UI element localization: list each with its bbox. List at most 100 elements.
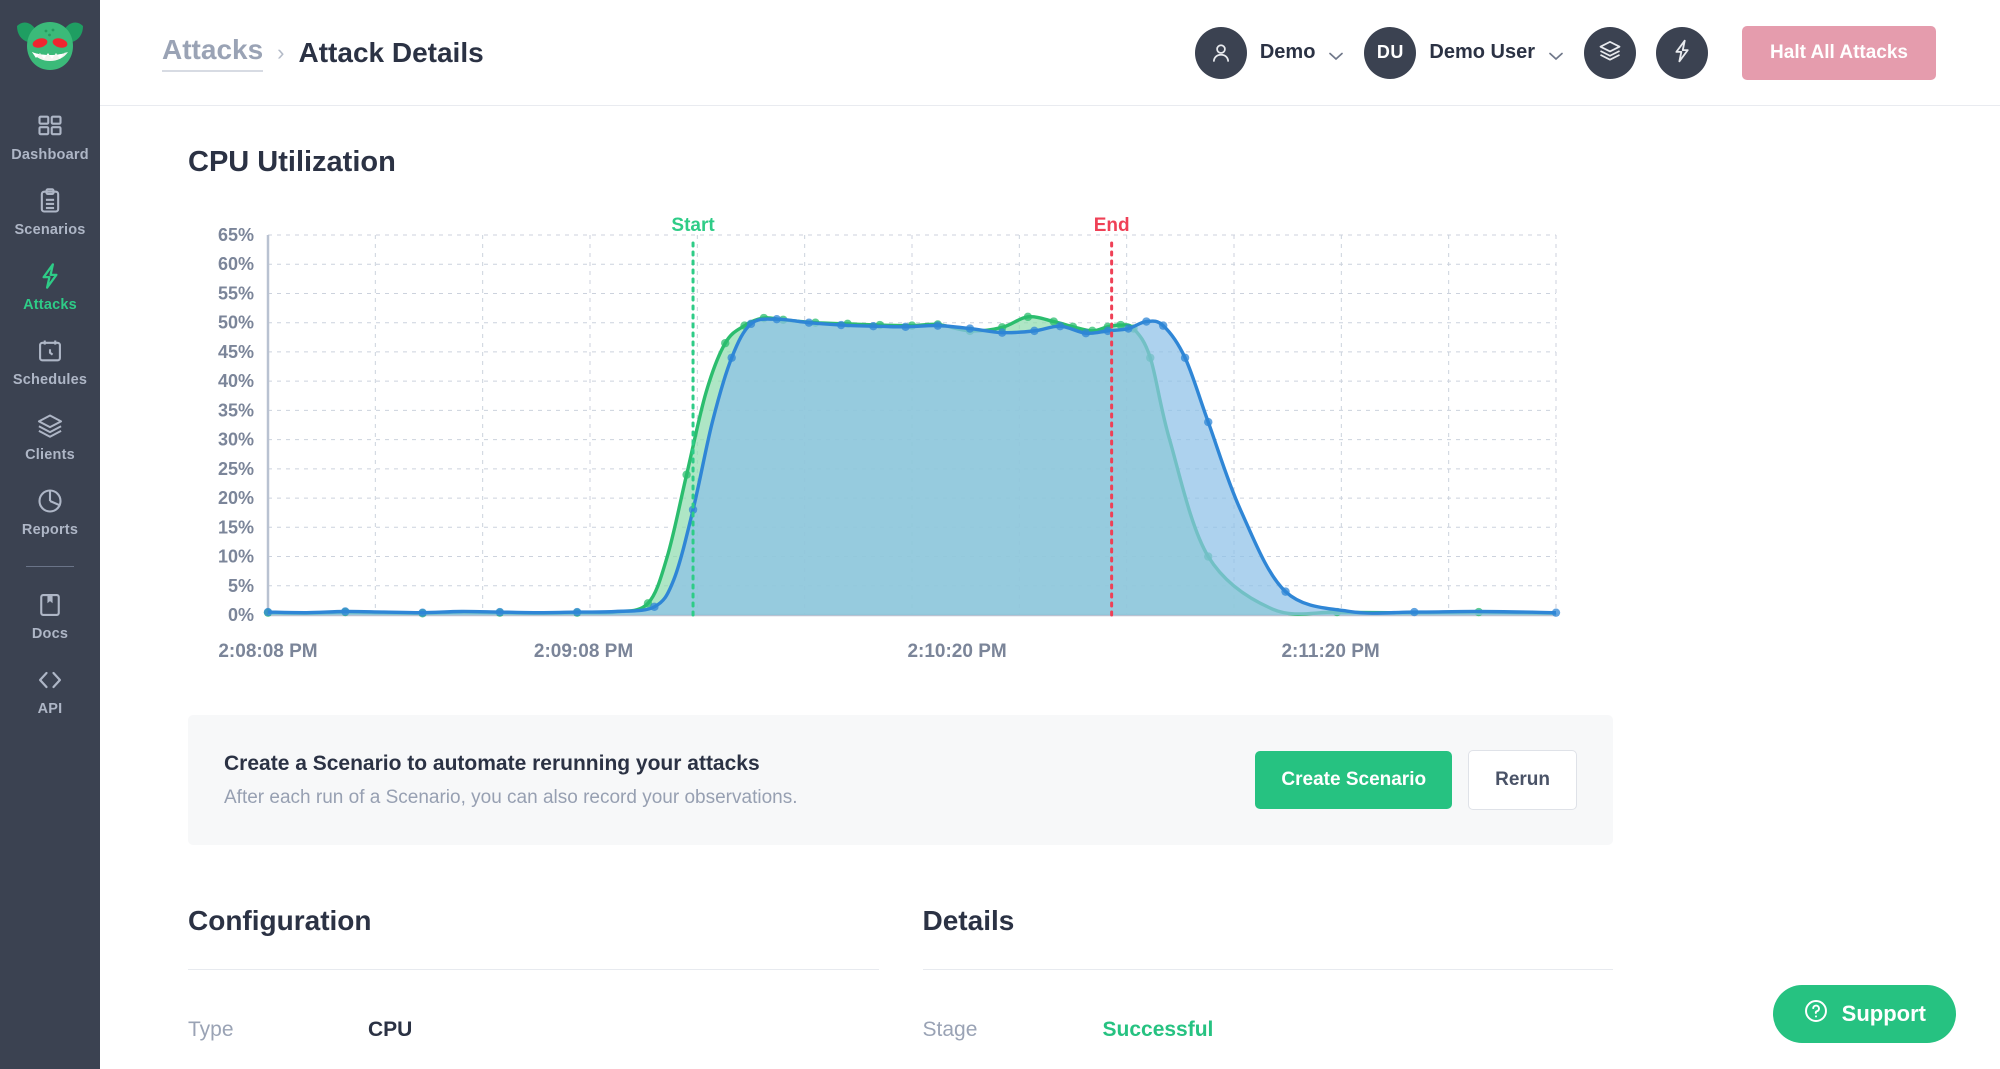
details-key: Stage <box>922 1018 978 1041</box>
banner-heading: Create a Scenario to automate rerunning … <box>224 751 760 775</box>
details-row-stage: Stage Successful <box>923 1018 1614 1042</box>
create-scenario-button[interactable]: Create Scenario <box>1255 751 1453 809</box>
data-point <box>650 602 659 612</box>
cpu-utilization-chart: 0% 5% 10% 15% 20% 25% 30% 35% 40% 45% 50% 55% 60% 65%… <box>188 205 1618 675</box>
sidebar-item-label: Dashboard <box>11 147 89 163</box>
user-menu[interactable]: DU Demo User <box>1364 26 1564 79</box>
data-point <box>772 314 781 324</box>
annotation-label: Start <box>671 215 715 236</box>
chart-title: CPU Utilization <box>188 146 396 178</box>
data-point <box>572 607 582 617</box>
y-axis-tick-label: 0% <box>228 605 254 625</box>
sidebar-item-scenarios[interactable]: Scenarios <box>0 173 100 248</box>
data-point <box>1204 417 1213 427</box>
data-point <box>997 328 1007 337</box>
chevron-down-icon <box>1548 48 1564 60</box>
data-point <box>418 608 427 617</box>
x-axis-tick-label: 2:08:08 PM <box>218 641 317 662</box>
chevron-down-icon <box>1328 48 1344 60</box>
data-point <box>836 320 846 330</box>
config-value: CPU <box>368 1018 413 1041</box>
banner-text: Create a Scenario to automate rerunning … <box>224 752 797 809</box>
y-axis-tick-label: 5% <box>228 576 254 596</box>
sidebar-item-label: Schedules <box>12 372 88 388</box>
config-row-type: Type CPU <box>188 1018 879 1042</box>
org-switcher[interactable]: Demo <box>1194 26 1345 79</box>
y-axis-tick-label: 25% <box>218 459 254 479</box>
data-point <box>1410 607 1419 617</box>
data-point <box>746 319 756 329</box>
sidebar-item-api[interactable]: API <box>0 652 100 727</box>
halt-all-attacks-button[interactable]: Halt All Attacks <box>1742 25 1936 80</box>
section-divider <box>188 969 879 970</box>
bolt-icon <box>36 262 64 290</box>
config-key: Type <box>188 1018 234 1041</box>
details-heading: Details <box>922 905 1015 936</box>
configuration-heading: Configuration <box>188 905 372 936</box>
question-circle-icon <box>1803 998 1829 1030</box>
data-point <box>341 607 350 616</box>
data-point <box>869 322 878 331</box>
sidebar-item-dashboard[interactable]: Dashboard <box>0 98 100 173</box>
data-point <box>1180 353 1190 362</box>
y-axis-tick-label: 20% <box>218 488 254 508</box>
code-brackets-icon <box>36 666 64 694</box>
data-point <box>804 318 814 327</box>
org-name: Demo <box>1259 41 1316 63</box>
data-point <box>1081 329 1091 338</box>
app-root: Dashboard Scenarios Attacks Schedules Cl… <box>0 0 2000 1069</box>
y-axis-tick-label: 55% <box>218 283 254 303</box>
avatar: DU <box>1364 26 1417 79</box>
sidebar-item-label: Reports <box>21 522 79 538</box>
breadcrumb: Attacks › Attack Details <box>162 34 484 72</box>
x-axis-tick-label: 2:10:20 PM <box>907 641 1006 662</box>
sidebar-item-schedules[interactable]: Schedules <box>0 323 100 398</box>
attacks-bolt-button[interactable] <box>1656 26 1709 79</box>
breadcrumb-attacks-link[interactable]: Attacks <box>162 34 264 72</box>
data-point <box>901 322 910 331</box>
sidebar-item-clients[interactable]: Clients <box>0 398 100 473</box>
data-point <box>727 353 736 362</box>
y-axis-tick-label: 30% <box>218 430 254 450</box>
rerun-button[interactable]: Rerun <box>1468 750 1577 810</box>
y-axis-tick-label: 10% <box>218 547 254 567</box>
data-point <box>1142 317 1151 326</box>
y-axis-tick-label: 65% <box>218 225 254 245</box>
support-button[interactable]: Support <box>1772 985 1956 1043</box>
create-scenario-banner: Create a Scenario to automate rerunning … <box>188 715 1613 845</box>
y-axis-tick-label: 15% <box>218 517 254 537</box>
clients-layers-button[interactable] <box>1584 26 1637 79</box>
data-point <box>1281 587 1290 596</box>
book-icon <box>36 591 64 619</box>
person-silhouette-icon <box>1194 26 1247 79</box>
sidebar-item-label: Clients <box>25 447 75 463</box>
details-columns: Configuration Type CPU Details Stage Suc… <box>188 905 1613 1042</box>
calendar-clock-icon <box>36 337 64 365</box>
topbar-right-controls: Demo DU Demo User Halt All Attacks <box>1194 25 1936 80</box>
main-area: Attacks › Attack Details Demo DU Demo Us… <box>100 0 2000 1069</box>
sidebar-item-label: Docs <box>31 626 69 642</box>
layers-icon <box>36 412 64 440</box>
annotation-label: End <box>1094 215 1130 236</box>
data-point <box>965 324 975 333</box>
sidebar-item-docs[interactable]: Docs <box>0 577 100 652</box>
sidebar-item-reports[interactable]: Reports <box>0 473 100 548</box>
data-point <box>1124 324 1133 333</box>
pie-chart-icon <box>36 487 64 515</box>
data-point <box>721 338 730 348</box>
data-point <box>495 607 505 617</box>
y-axis-tick-label: 45% <box>218 342 254 362</box>
banner-actions: Create Scenario Rerun <box>1255 750 1577 810</box>
data-point <box>1023 312 1033 322</box>
data-point <box>1551 608 1561 617</box>
details-section: Details Stage Successful <box>922 905 1614 1042</box>
x-axis-tick-label: 2:09:08 PM <box>534 641 633 662</box>
breadcrumb-separator: › <box>277 39 285 65</box>
data-point <box>1030 326 1039 336</box>
gremlin-mascot-logo[interactable] <box>13 14 87 76</box>
page-title: Attack Details <box>298 36 484 68</box>
sidebar-item-attacks[interactable]: Attacks <box>0 248 100 323</box>
content: CPU Utilization 0% 5% 10% 15% 20% 25% 30% 35% 40… <box>100 106 2000 1042</box>
chart-svg[interactable]: 0% 5% 10% 15% 20% 25% 30% 35% 40% 45% 50% 55% 60% 65%… <box>188 205 1618 675</box>
data-point <box>1158 321 1168 330</box>
